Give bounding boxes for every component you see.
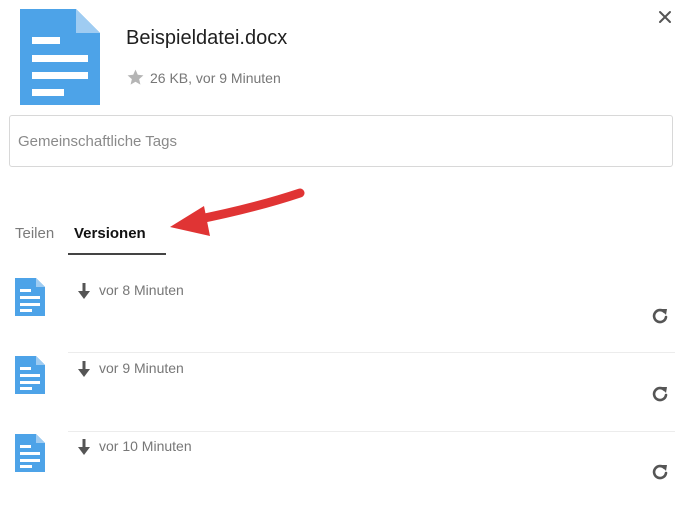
row-divider (68, 431, 675, 432)
document-icon (15, 356, 45, 394)
red-arrow (170, 188, 305, 236)
tab-share[interactable]: Teilen (15, 225, 54, 242)
document-icon (15, 434, 45, 472)
version-time: vor 10 Minuten (99, 438, 192, 454)
version-time: vor 8 Minuten (99, 282, 184, 298)
document-icon (15, 278, 45, 316)
version-time: vor 9 Minuten (99, 360, 184, 376)
close-icon[interactable] (656, 8, 674, 26)
file-meta: 26 KB, vor 9 Minuten (126, 68, 281, 87)
restore-icon[interactable] (650, 462, 670, 482)
download-arrow-icon[interactable] (76, 282, 92, 300)
row-divider (68, 352, 675, 353)
restore-icon[interactable] (650, 384, 670, 404)
document-icon (20, 9, 100, 105)
star-icon[interactable] (126, 68, 145, 87)
tab-versions[interactable]: Versionen (74, 225, 146, 242)
download-arrow-icon[interactable] (76, 438, 92, 456)
version-row: vor 8 Minuten (0, 278, 675, 356)
file-size-and-time: 26 KB, vor 9 Minuten (150, 69, 281, 86)
download-arrow-icon[interactable] (76, 360, 92, 378)
version-row: vor 10 Minuten (0, 434, 675, 512)
version-row: vor 9 Minuten (0, 356, 675, 434)
active-tab-indicator (68, 253, 166, 255)
file-name: Beispieldatei.docx (126, 27, 288, 49)
tags-input[interactable] (9, 115, 673, 167)
restore-icon[interactable] (650, 306, 670, 326)
